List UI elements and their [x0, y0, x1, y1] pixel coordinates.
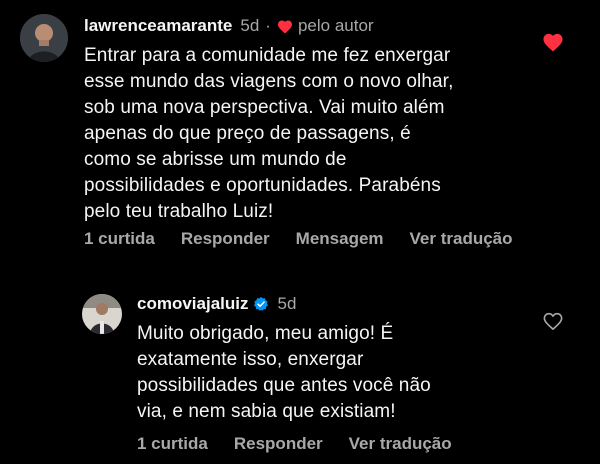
comment-text: Entrar para a comunidade me fez enxergar… — [84, 43, 544, 225]
heart-filled-icon[interactable] — [542, 32, 564, 57]
comment-text: Muito obrigado, meu amigo! É exatamente … — [137, 321, 537, 425]
avatar[interactable] — [82, 294, 122, 334]
username[interactable]: lawrenceamarante — [84, 16, 232, 36]
comment-text-line: via, e nem sabia que existiam! — [137, 401, 396, 422]
message-button[interactable]: Mensagem — [296, 229, 384, 249]
username[interactable]: comoviajaluiz — [137, 294, 248, 314]
translate-button[interactable]: Ver tradução — [349, 434, 452, 454]
comment-text-line: possibilidades que antes você não — [137, 375, 431, 396]
comment-text-line: como se abrisse um mundo de — [84, 149, 347, 170]
comment-actions: 1 curtida Responder Mensagem Ver traduçã… — [84, 229, 539, 249]
comment-text-line: esse mundo das viagens com o novo olhar, — [84, 71, 454, 92]
timestamp: 5d — [277, 294, 297, 313]
comment-text-line: Entrar para a comunidade me fez enxergar — [84, 45, 451, 66]
separator: · — [265, 16, 271, 35]
reply-button[interactable]: Responder — [234, 434, 323, 454]
reply-button[interactable]: Responder — [181, 229, 270, 249]
comment-text-line: Muito obrigado, meu amigo! É — [137, 323, 394, 344]
comment-text-line: exatamente isso, enxergar — [137, 349, 364, 370]
translate-button[interactable]: Ver tradução — [410, 229, 513, 249]
likes-count-button[interactable]: 1 curtida — [84, 229, 155, 249]
timestamp: 5d — [240, 16, 260, 35]
heart-filled-icon — [277, 19, 293, 34]
comment-header: comoviajaluiz 5d — [137, 292, 296, 316]
comment-text-line: sob uma nova perspectiva. Vai muito além — [84, 97, 445, 118]
comment-header: lawrenceamarante 5d · pelo autor — [84, 14, 374, 38]
likes-count-button[interactable]: 1 curtida — [137, 434, 208, 454]
avatar[interactable] — [20, 14, 68, 62]
comment-actions: 1 curtida Responder Ver tradução — [137, 434, 478, 454]
comment-text-line: possibilidades e oportunidades. Parabéns — [84, 175, 441, 196]
verified-badge-icon — [253, 296, 269, 312]
comment-text-line: pelo teu trabalho Luiz! — [84, 201, 274, 222]
heart-outline-icon[interactable] — [542, 311, 564, 336]
liked-by-author-label: pelo autor — [297, 16, 374, 35]
comment-text-line: apenas do que preço de passagens, é — [84, 123, 411, 144]
